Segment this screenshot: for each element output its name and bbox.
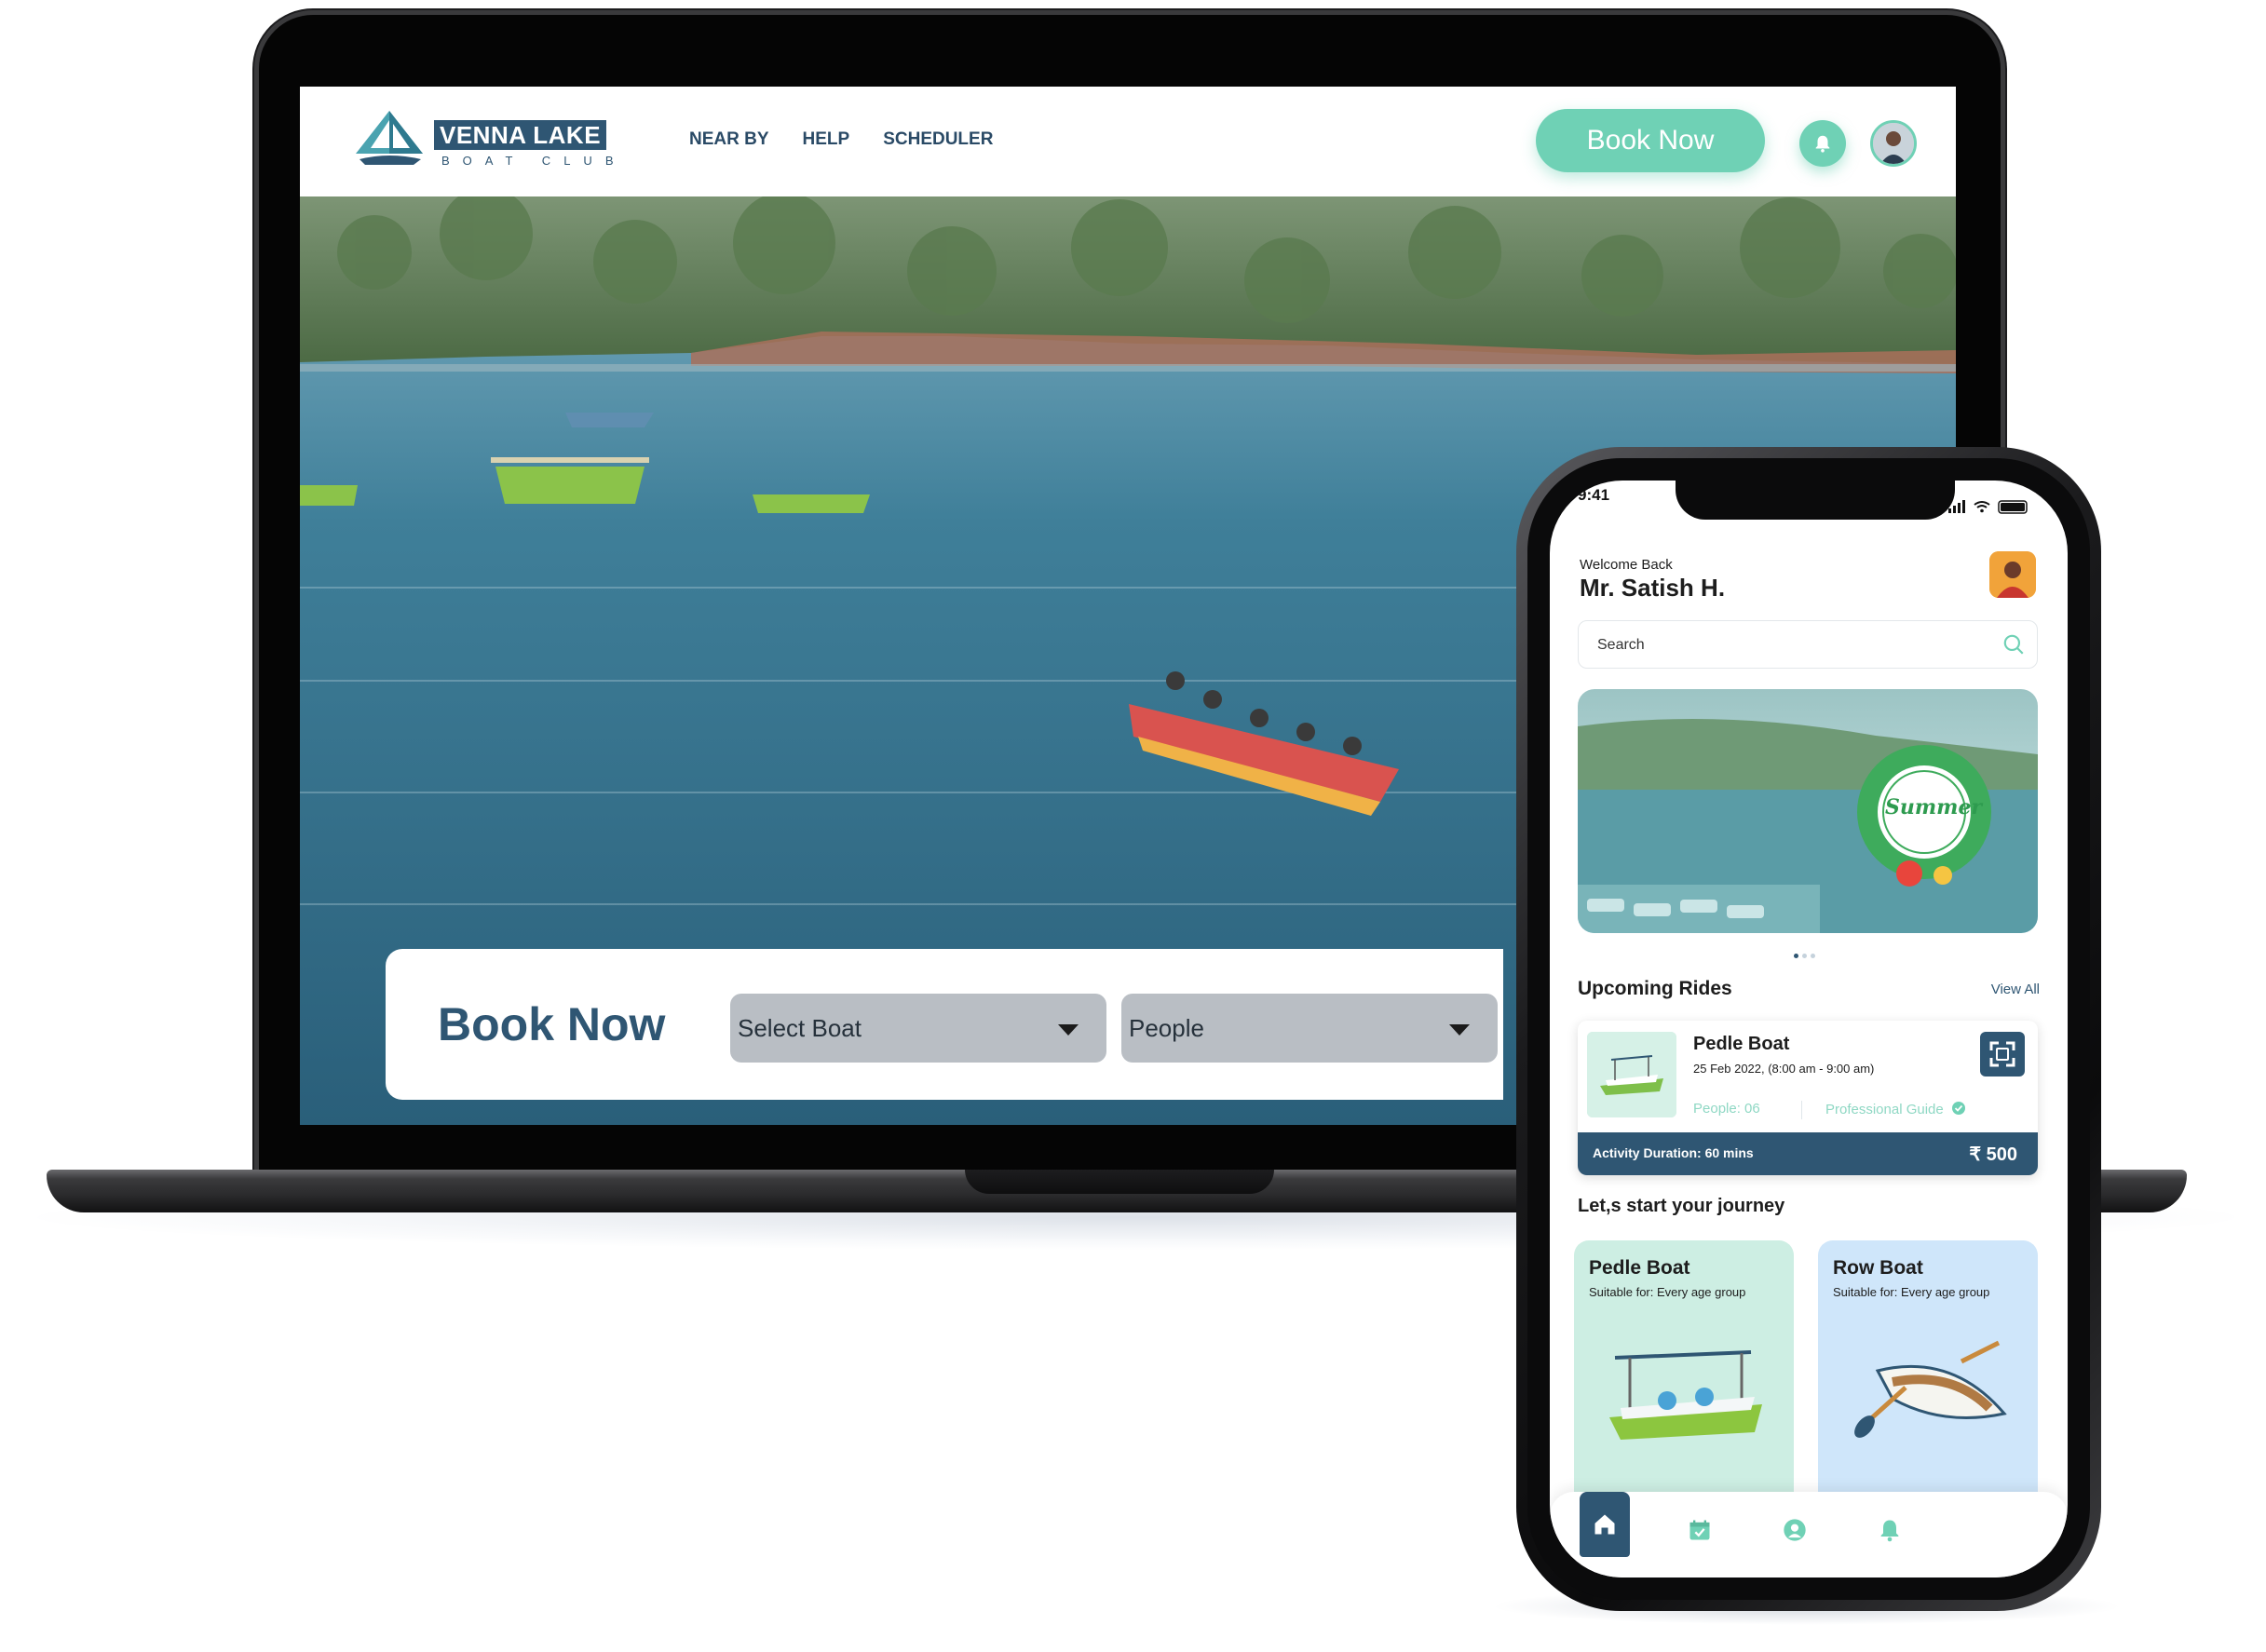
carousel-dot[interactable] [1802, 954, 1807, 958]
boat-name: Pedle Boat [1589, 1257, 1690, 1279]
search-icon[interactable] [2001, 632, 2026, 657]
pedal-boat-image [1609, 1350, 1762, 1440]
verified-check-icon [1951, 1102, 1965, 1115]
tab-bookings[interactable] [1675, 1505, 1725, 1555]
ride-duration: Activity Duration: 60 mins [1593, 1145, 1754, 1160]
search-input[interactable] [1595, 630, 1972, 660]
banner-summer-badge: Summer [1885, 795, 1983, 819]
upcoming-rides-title: Upcoming Rides [1578, 978, 1732, 999]
upcoming-ride-card[interactable]: Pedle Boat 25 Feb 2022, (8:00 am - 9:00 … [1578, 1021, 2038, 1175]
booking-title: Book Now [438, 998, 666, 1050]
profile-avatar[interactable] [1989, 551, 2036, 598]
boat-name: Row Boat [1833, 1257, 1923, 1279]
phone-screen: 9:41 Welcome Back Mr. Satish H. Search S… [1550, 481, 2068, 1578]
user-avatar[interactable] [1870, 120, 1917, 167]
scan-icon [1989, 1041, 2015, 1067]
bell-icon [1880, 1520, 1899, 1542]
logo-title: VENNA LAKE [434, 120, 607, 150]
journey-title: Let,s start your journey [1578, 1196, 1785, 1216]
status-time: 9:41 [1578, 486, 1610, 504]
nav-help[interactable]: HELP [803, 129, 850, 150]
phone-notch [1676, 481, 1955, 520]
laptop-hinge-notch [965, 1170, 1274, 1194]
home-icon [1594, 1514, 1615, 1535]
logo[interactable]: VENNA LAKE BOAT CLUB [352, 107, 613, 174]
caret-down-icon [1058, 1024, 1079, 1036]
boat-card-row[interactable]: Row Boat Suitable for: Every age group [1818, 1240, 2038, 1520]
ride-thumbnail [1587, 1032, 1676, 1117]
view-all-link[interactable]: View All [1991, 982, 2040, 997]
divider [1801, 1101, 1802, 1119]
tab-notifications[interactable] [1865, 1505, 1915, 1555]
select-boat-label: Select Boat [738, 1014, 862, 1042]
bell-icon [1815, 135, 1830, 153]
notifications-button[interactable] [1799, 120, 1846, 167]
tab-home[interactable] [1580, 1492, 1630, 1557]
boat-description: Suitable for: Every age group [1589, 1285, 1746, 1299]
row-boat-image [1854, 1340, 2007, 1438]
status-icons [1948, 500, 2028, 514]
boat-card-pedle[interactable]: Pedle Boat Suitable for: Every age group [1574, 1240, 1794, 1520]
nav-near-by[interactable]: NEAR BY [689, 129, 769, 150]
ride-datetime: 25 Feb 2022, (8:00 am - 9:00 am) [1693, 1062, 1875, 1076]
promo-banner[interactable]: Summer [1578, 689, 2038, 933]
site-header: VENNA LAKE BOAT CLUB NEAR BY HELP SCHEDU… [300, 87, 1956, 196]
people-dropdown[interactable]: People [1121, 994, 1498, 1063]
profile-icon [1784, 1519, 1806, 1541]
ride-name: Pedle Boat [1693, 1034, 1790, 1054]
search-bar[interactable] [1578, 620, 2038, 669]
ride-guide-label: Professional Guide [1825, 1102, 1944, 1117]
header-book-now-button[interactable]: Book Now [1536, 109, 1765, 172]
scan-qr-button[interactable] [1980, 1032, 2025, 1077]
sailboat-logo-icon [356, 111, 423, 165]
carousel-dot[interactable] [1811, 954, 1815, 958]
boat-description: Suitable for: Every age group [1833, 1285, 1990, 1299]
carousel-dot[interactable] [1794, 954, 1798, 958]
user-name: Mr. Satish H. [1580, 574, 1726, 602]
tab-profile[interactable] [1770, 1505, 1820, 1555]
main-nav: NEAR BY HELP SCHEDULER [689, 129, 993, 150]
select-boat-dropdown[interactable]: Select Boat [730, 994, 1106, 1063]
ride-people: People: 06 [1693, 1101, 1760, 1117]
welcome-text: Welcome Back [1580, 557, 1673, 573]
ride-footer: Activity Duration: 60 mins ₹ 500 [1578, 1132, 2038, 1175]
booking-panel: Book Now Select Boat People [386, 949, 1503, 1100]
carousel-dots [1794, 954, 1815, 958]
ride-price: ₹ 500 [1969, 1144, 2017, 1165]
bottom-tab-bar [1550, 1492, 2068, 1578]
caret-down-icon [1449, 1024, 1470, 1036]
nav-scheduler[interactable]: SCHEDULER [883, 129, 993, 150]
people-label: People [1129, 1014, 1204, 1042]
logo-subtitle: BOAT CLUB [441, 154, 627, 168]
calendar-check-icon [1689, 1520, 1710, 1540]
ride-guide: Professional Guide [1825, 1101, 1966, 1117]
